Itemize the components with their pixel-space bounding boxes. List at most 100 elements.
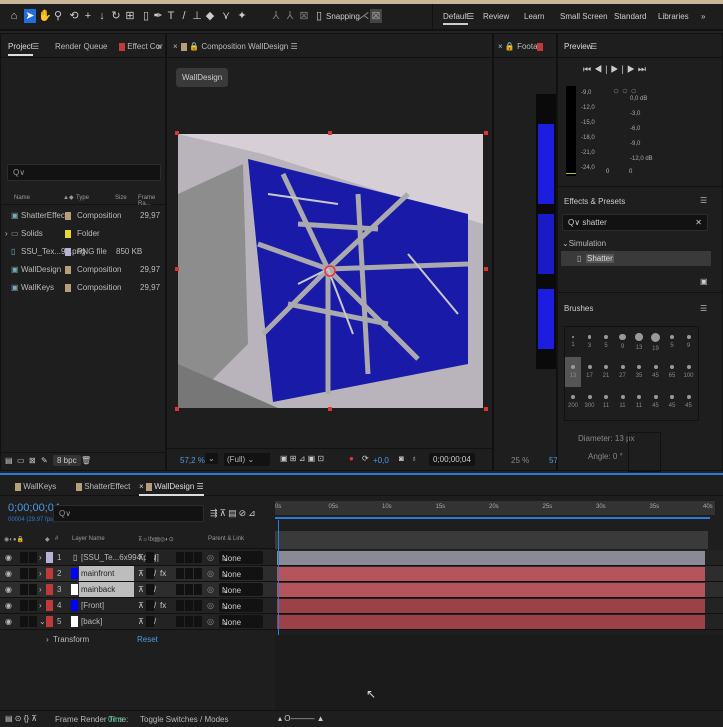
label-swatch[interactable]: [65, 248, 71, 256]
pickwhip-icon[interactable]: ◎: [207, 585, 214, 594]
layer-row[interactable]: ◉ › 2 mainfront ⊼ / fx ◎ None ⌄: [0, 566, 723, 582]
workspace-review[interactable]: Review: [483, 12, 509, 21]
brush-preset[interactable]: 21: [598, 357, 614, 387]
layer-name[interactable]: mainback: [79, 582, 134, 597]
layer-name[interactable]: [Front]: [79, 598, 134, 613]
tab-shattereffect[interactable]: ShatterEffect: [84, 482, 130, 491]
clear-search-icon[interactable]: ✕: [695, 218, 702, 227]
workspace-default[interactable]: Default: [443, 12, 469, 25]
layer-row[interactable]: ◉ › 4 [Front] ⊼ / fx ◎ None ⌄: [0, 598, 723, 614]
brush-preset[interactable]: 3: [582, 327, 598, 357]
project-item[interactable]: ▯ SSU_Tex...94.png PNG file 850 KB: [5, 243, 165, 261]
quality-switch-icon[interactable]: /: [154, 553, 156, 562]
label-color[interactable]: [46, 584, 53, 595]
brush-preset[interactable]: 13: [631, 327, 647, 357]
layer-duration-bar[interactable]: [277, 551, 705, 565]
column-parent-link[interactable]: Parent & Link: [208, 536, 244, 542]
brush-preset[interactable]: 9: [681, 327, 697, 357]
brush-preset[interactable]: 1: [565, 327, 581, 357]
brush-preset[interactable]: 19: [648, 327, 664, 357]
snapshot-icon[interactable]: ◙: [399, 454, 404, 463]
show-snapshot-icon[interactable]: ♁: [411, 454, 417, 463]
pickwhip-icon[interactable]: ◎: [207, 569, 214, 578]
layer-duration-bar[interactable]: [277, 583, 705, 597]
label-color[interactable]: [46, 600, 53, 611]
visibility-eye-icon[interactable]: ◉: [5, 585, 12, 594]
home-icon[interactable]: ⌂: [8, 9, 20, 23]
new-folder-icon[interactable]: ▭: [17, 456, 25, 465]
zoom-tool-icon[interactable]: ⚲: [52, 9, 64, 23]
column-type[interactable]: Type: [76, 195, 89, 201]
puppet-tool-icon[interactable]: ✦: [236, 9, 248, 23]
expand-twirl-icon[interactable]: ›: [39, 569, 42, 578]
snapping-checkbox[interactable]: ▯: [313, 9, 325, 23]
anchor-tool-icon[interactable]: ⊞: [124, 9, 136, 23]
layer-duration-bar[interactable]: [277, 615, 705, 629]
tab-project[interactable]: Project: [8, 42, 33, 56]
parent-dropdown[interactable]: None ⌄: [219, 551, 263, 564]
footage-viewer[interactable]: [536, 94, 556, 369]
axis-local-icon[interactable]: ⅄: [270, 9, 282, 23]
zoom-level[interactable]: 57,2 %: [180, 456, 205, 465]
transform-property[interactable]: › Transform: [46, 635, 89, 644]
label-column-icon[interactable]: ▲◆: [63, 194, 74, 201]
exposure-value[interactable]: +0,0: [373, 456, 389, 465]
pan-tool-icon[interactable]: +: [82, 9, 94, 23]
brush-preset[interactable]: 45: [648, 387, 664, 417]
resolution-dropdown[interactable]: (Full) ⌄: [224, 453, 270, 466]
workspaces-overflow[interactable]: »: [701, 12, 705, 21]
layer-name[interactable]: [back]: [79, 614, 134, 629]
pickwhip-icon[interactable]: ◎: [207, 553, 214, 562]
label-color[interactable]: [46, 552, 53, 563]
label-color[interactable]: [46, 616, 53, 627]
toggle-switches-modes[interactable]: Toggle Switches / Modes: [140, 715, 229, 724]
parent-dropdown[interactable]: None ⌄: [219, 615, 263, 628]
brush-preset[interactable]: 45: [648, 357, 664, 387]
project-search-input[interactable]: Q∨: [7, 164, 161, 181]
brush-preset[interactable]: 100: [681, 357, 697, 387]
quality-switch-icon[interactable]: /: [154, 569, 156, 578]
pen-tool-icon[interactable]: ✒: [152, 9, 164, 23]
project-item[interactable]: ▣ ShatterEffect Composition 29,97: [5, 207, 165, 225]
trash-icon[interactable]: 🗑: [81, 456, 91, 465]
layer-row[interactable]: ◉ › 3 mainback ⊼ / ◎ None ⌄: [0, 582, 723, 598]
label-swatch[interactable]: [65, 266, 71, 274]
fx-switch-icon[interactable]: fx: [160, 601, 166, 610]
layer-duration-bar[interactable]: [277, 567, 705, 581]
shy-switch-icon[interactable]: ⊼: [138, 553, 144, 562]
quality-switch-icon[interactable]: /: [154, 585, 156, 594]
parent-dropdown[interactable]: None ⌄: [219, 599, 263, 612]
fx-switch-icon[interactable]: fx: [160, 569, 166, 578]
label-swatch[interactable]: [65, 212, 71, 220]
label-swatch[interactable]: [65, 230, 71, 238]
shy-switch-icon[interactable]: ⊼: [138, 601, 144, 610]
pickwhip-icon[interactable]: ◎: [207, 601, 214, 610]
status-toggle-icons[interactable]: ▤ ⊙ {} ⊼: [5, 714, 37, 723]
snap-grid-icon[interactable]: ⊠: [370, 9, 382, 23]
label-swatch[interactable]: [65, 284, 71, 292]
interpret-footage-icon[interactable]: ▤: [5, 456, 13, 465]
project-item[interactable]: ▣ WallKeys Composition 29,97: [5, 279, 165, 297]
brush-preset[interactable]: 17: [582, 357, 598, 387]
brush-preset[interactable]: 11: [631, 387, 647, 417]
brush-preset[interactable]: 200: [565, 387, 581, 417]
brush-preset[interactable]: 11: [598, 387, 614, 417]
layer-row[interactable]: ◉ ⌄ 5 [back] ⊼ / ◎ None ⌄: [0, 614, 723, 630]
expand-twirl-icon[interactable]: ›: [39, 553, 42, 562]
rotate-tool-icon[interactable]: ↻: [110, 9, 122, 23]
project-item[interactable]: ▣ WallDesign Composition 29,97: [5, 261, 165, 279]
quality-switch-icon[interactable]: /: [154, 617, 156, 626]
brush-preset[interactable]: 300: [582, 387, 598, 417]
column-frame-rate[interactable]: Frame Ra...: [138, 195, 165, 207]
brush-tool-icon[interactable]: /: [178, 9, 190, 23]
shy-switch-icon[interactable]: ⊼: [138, 569, 144, 578]
type-tool-icon[interactable]: T: [165, 9, 177, 23]
workspace-learn[interactable]: Learn: [524, 12, 544, 21]
work-area[interactable]: [275, 531, 708, 549]
eraser-tool-icon[interactable]: ◆: [204, 9, 216, 23]
layer-name[interactable]: mainfront: [79, 566, 134, 581]
reset-link[interactable]: Reset: [137, 635, 158, 644]
workspace-libraries[interactable]: Libraries: [658, 12, 689, 21]
visibility-eye-icon[interactable]: ◉: [5, 601, 12, 610]
zoom-dropdown-icon[interactable]: ⌄: [205, 453, 218, 464]
